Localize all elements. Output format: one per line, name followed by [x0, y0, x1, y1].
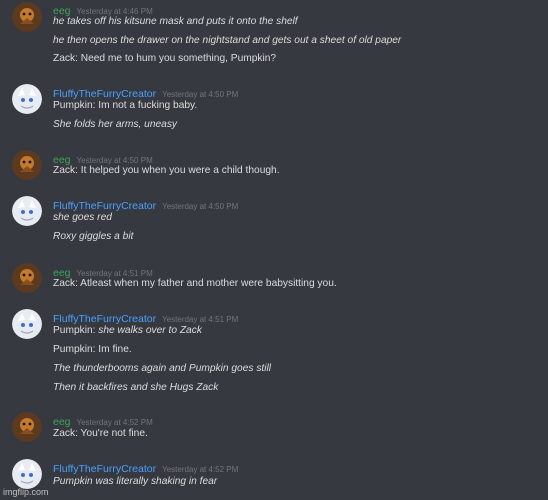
timestamp: Yesterday at 4:51 PM [162, 315, 239, 324]
message-header: eeg Yesterday at 4:46 PM [53, 1, 153, 17]
timestamp: Yesterday at 4:50 PM [162, 202, 239, 211]
message-line: Pumpkin: Im not a fucking baby. [53, 100, 198, 111]
timestamp: Yesterday at 4:50 PM [162, 90, 239, 99]
message-header: FluffyTheFurryCreator Yesterday at 4:52 P… [53, 459, 239, 475]
message-line: Zack: You're not fine. [53, 428, 148, 439]
line-italic-tail: she walks over to Zack [98, 325, 202, 336]
message-line: Pumpkin: Im fine. [53, 344, 132, 355]
fluffy-avatar-icon[interactable] [12, 459, 42, 489]
imgflip-watermark: imgflip.com [3, 487, 49, 497]
eeg-avatar-icon[interactable] [12, 150, 42, 180]
message-header: eeg Yesterday at 4:51 PM [53, 263, 153, 279]
eeg-avatar-icon[interactable] [12, 2, 42, 32]
message-header: FluffyTheFurryCreator Yesterday at 4:50 P… [53, 196, 239, 212]
message-line: Zack: Need me to hum you something, Pump… [53, 53, 277, 64]
timestamp: Yesterday at 4:52 PM [162, 465, 239, 474]
message-line: Pumpkin was literally shaking in fear [53, 476, 218, 487]
eeg-avatar-icon[interactable] [12, 263, 42, 293]
message-line: She folds her arms, uneasy [53, 119, 178, 130]
message-line: The thunderbooms again and Pumpkin goes … [53, 363, 272, 374]
message-header: FluffyTheFurryCreator Yesterday at 4:51 P… [53, 309, 239, 325]
message-line: he then opens the drawer on the nightsta… [53, 35, 402, 46]
eeg-avatar-icon[interactable] [12, 412, 42, 442]
message-line: she goes red [53, 212, 112, 223]
message-header: eeg Yesterday at 4:50 PM [53, 150, 153, 166]
message-line: Then it backfires and she Hugs Zack [53, 382, 219, 393]
fluffy-avatar-icon[interactable] [12, 196, 42, 226]
message-line: Roxy giggles a bit [53, 231, 134, 242]
timestamp: Yesterday at 4:52 PM [76, 418, 153, 427]
message-header: eeg Yesterday at 4:52 PM [53, 412, 153, 428]
message-line: Zack: It helped you when you were a chil… [53, 165, 280, 176]
fluffy-avatar-icon[interactable] [12, 309, 42, 339]
message-line: Pumpkin: she walks over to Zack [53, 324, 202, 337]
chat-log: eeg Yesterday at 4:46 PM he takes off his… [0, 0, 548, 500]
line-prefix: Pumpkin: [53, 325, 99, 336]
fluffy-avatar-icon[interactable] [12, 84, 42, 114]
message-line: he takes off his kitsune mask and puts i… [53, 16, 298, 27]
message-header: FluffyTheFurryCreator Yesterday at 4:50 P… [53, 84, 239, 100]
message-line: Zack: Atleast when my father and mother … [53, 278, 337, 289]
username[interactable]: FluffyTheFurryCreator [53, 463, 156, 475]
